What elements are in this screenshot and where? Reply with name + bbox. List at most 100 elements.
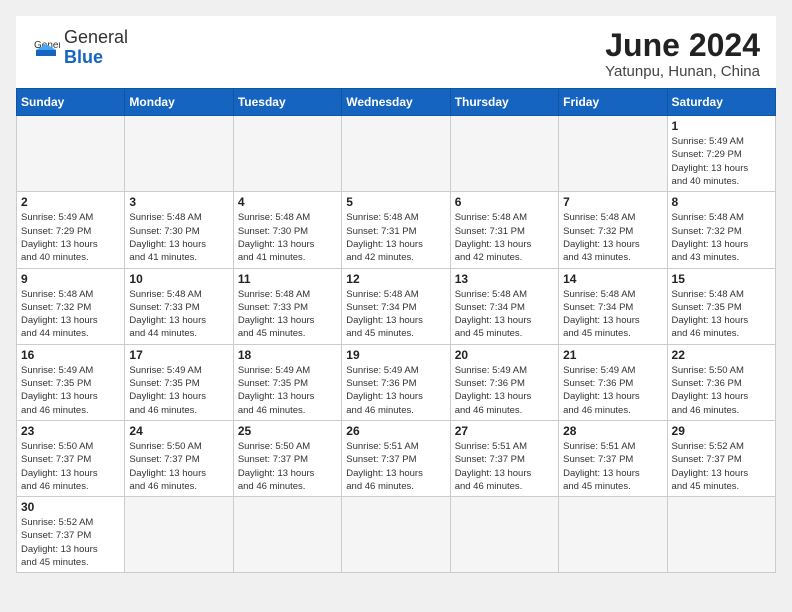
weekday-header-friday: Friday xyxy=(559,89,667,116)
day-number: 26 xyxy=(346,424,445,438)
calendar-cell: 22Sunrise: 5:50 AMSunset: 7:36 PMDayligh… xyxy=(667,344,775,420)
day-info: Sunrise: 5:49 AMSunset: 7:35 PMDaylight:… xyxy=(21,364,120,417)
weekday-header-sunday: Sunday xyxy=(17,89,125,116)
weekday-header-wednesday: Wednesday xyxy=(342,89,450,116)
weekday-header-saturday: Saturday xyxy=(667,89,775,116)
calendar-cell: 21Sunrise: 5:49 AMSunset: 7:36 PMDayligh… xyxy=(559,344,667,420)
page-header: General General Blue June 2024 Yatunpu, … xyxy=(16,16,776,88)
calendar-cell: 15Sunrise: 5:48 AMSunset: 7:35 PMDayligh… xyxy=(667,268,775,344)
calendar-cell: 25 Sunrise: 5:50 AMSunset: 7:37 PMDayligh… xyxy=(233,420,341,496)
calendar-cell: 29 Sunrise: 5:52 AMSunset: 7:37 PMDayligh… xyxy=(667,420,775,496)
day-info: Sunrise: 5:50 AMSunset: 7:37 PMDaylight:… xyxy=(238,440,337,493)
calendar-table: SundayMondayTuesdayWednesdayThursdayFrid… xyxy=(16,88,776,573)
calendar-cell: 28 Sunrise: 5:51 AMSunset: 7:37 PMDayligh… xyxy=(559,420,667,496)
day-number: 25 xyxy=(238,424,337,438)
week-row-2: 2 Sunrise: 5:49 AMSunset: 7:29 PMDaylight… xyxy=(17,192,776,268)
calendar-cell: 11 Sunrise: 5:48 AMSunset: 7:33 PMDayligh… xyxy=(233,268,341,344)
day-info: Sunrise: 5:48 AMSunset: 7:32 PMDaylight:… xyxy=(672,211,771,264)
weekday-header-monday: Monday xyxy=(125,89,233,116)
day-number: 3 xyxy=(129,195,228,209)
calendar-cell: 27Sunrise: 5:51 AMSunset: 7:37 PMDayligh… xyxy=(450,420,558,496)
day-info: Sunrise: 5:49 AMSunset: 7:35 PMDaylight:… xyxy=(129,364,228,417)
calendar-cell: 30 Sunrise: 5:52 AMSunset: 7:37 PMDayligh… xyxy=(17,497,125,573)
calendar-cell xyxy=(125,497,233,573)
calendar-cell xyxy=(667,497,775,573)
calendar-cell: 5 Sunrise: 5:48 AMSunset: 7:31 PMDaylight… xyxy=(342,192,450,268)
day-info: Sunrise: 5:49 AMSunset: 7:29 PMDaylight:… xyxy=(21,211,120,264)
day-info: Sunrise: 5:48 AMSunset: 7:32 PMDaylight:… xyxy=(563,211,662,264)
day-number: 10 xyxy=(129,272,228,286)
calendar-cell xyxy=(450,497,558,573)
day-info: Sunrise: 5:52 AMSunset: 7:37 PMDaylight:… xyxy=(672,440,771,493)
day-number: 11 xyxy=(238,272,337,286)
day-info: Sunrise: 5:48 AMSunset: 7:35 PMDaylight:… xyxy=(672,288,771,341)
calendar-cell: 14Sunrise: 5:48 AMSunset: 7:34 PMDayligh… xyxy=(559,268,667,344)
calendar-cell: 9Sunrise: 5:48 AMSunset: 7:32 PMDaylight… xyxy=(17,268,125,344)
calendar-cell: 2 Sunrise: 5:49 AMSunset: 7:29 PMDaylight… xyxy=(17,192,125,268)
day-info: Sunrise: 5:48 AMSunset: 7:34 PMDaylight:… xyxy=(455,288,554,341)
day-info: Sunrise: 5:48 AMSunset: 7:30 PMDaylight:… xyxy=(129,211,228,264)
calendar-cell: 23Sunrise: 5:50 AMSunset: 7:37 PMDayligh… xyxy=(17,420,125,496)
day-info: Sunrise: 5:48 AMSunset: 7:34 PMDaylight:… xyxy=(346,288,445,341)
week-row-6: 30 Sunrise: 5:52 AMSunset: 7:37 PMDayligh… xyxy=(17,497,776,573)
calendar-cell xyxy=(233,497,341,573)
day-info: Sunrise: 5:49 AMSunset: 7:36 PMDaylight:… xyxy=(455,364,554,417)
calendar-cell: 20 Sunrise: 5:49 AMSunset: 7:36 PMDayligh… xyxy=(450,344,558,420)
day-number: 17 xyxy=(129,348,228,362)
day-number: 12 xyxy=(346,272,445,286)
day-info: Sunrise: 5:50 AMSunset: 7:37 PMDaylight:… xyxy=(129,440,228,493)
calendar-cell: 12 Sunrise: 5:48 AMSunset: 7:34 PMDayligh… xyxy=(342,268,450,344)
day-info: Sunrise: 5:49 AMSunset: 7:36 PMDaylight:… xyxy=(346,364,445,417)
calendar-cell xyxy=(559,116,667,192)
day-info: Sunrise: 5:48 AMSunset: 7:33 PMDaylight:… xyxy=(129,288,228,341)
day-number: 6 xyxy=(455,195,554,209)
day-info: Sunrise: 5:51 AMSunset: 7:37 PMDaylight:… xyxy=(563,440,662,493)
day-number: 5 xyxy=(346,195,445,209)
day-info: Sunrise: 5:51 AMSunset: 7:37 PMDaylight:… xyxy=(346,440,445,493)
calendar-cell: 6 Sunrise: 5:48 AMSunset: 7:31 PMDaylight… xyxy=(450,192,558,268)
day-number: 18 xyxy=(238,348,337,362)
day-info: Sunrise: 5:52 AMSunset: 7:37 PMDaylight:… xyxy=(21,516,120,569)
calendar-cell: 16 Sunrise: 5:49 AMSunset: 7:35 PMDayligh… xyxy=(17,344,125,420)
calendar-cell: 24Sunrise: 5:50 AMSunset: 7:37 PMDayligh… xyxy=(125,420,233,496)
day-number: 2 xyxy=(21,195,120,209)
day-info: Sunrise: 5:48 AMSunset: 7:33 PMDaylight:… xyxy=(238,288,337,341)
calendar-cell: 7Sunrise: 5:48 AMSunset: 7:32 PMDaylight… xyxy=(559,192,667,268)
day-info: Sunrise: 5:48 AMSunset: 7:30 PMDaylight:… xyxy=(238,211,337,264)
day-number: 27 xyxy=(455,424,554,438)
week-row-3: 9Sunrise: 5:48 AMSunset: 7:32 PMDaylight… xyxy=(17,268,776,344)
calendar-cell xyxy=(342,116,450,192)
day-number: 19 xyxy=(346,348,445,362)
logo-icon: General xyxy=(32,34,60,62)
logo-general: General xyxy=(64,27,128,47)
day-number: 29 xyxy=(672,424,771,438)
title-block: June 2024 Yatunpu, Hunan, China xyxy=(605,28,760,80)
calendar-cell xyxy=(342,497,450,573)
day-number: 30 xyxy=(21,500,120,514)
day-number: 4 xyxy=(238,195,337,209)
calendar-cell: 17 Sunrise: 5:49 AMSunset: 7:35 PMDayligh… xyxy=(125,344,233,420)
day-number: 8 xyxy=(672,195,771,209)
calendar-cell: 26 Sunrise: 5:51 AMSunset: 7:37 PMDayligh… xyxy=(342,420,450,496)
day-number: 1 xyxy=(672,119,771,133)
day-number: 13 xyxy=(455,272,554,286)
calendar-cell: 8 Sunrise: 5:48 AMSunset: 7:32 PMDaylight… xyxy=(667,192,775,268)
day-info: Sunrise: 5:48 AMSunset: 7:31 PMDaylight:… xyxy=(455,211,554,264)
day-info: Sunrise: 5:48 AMSunset: 7:31 PMDaylight:… xyxy=(346,211,445,264)
calendar-cell: 3 Sunrise: 5:48 AMSunset: 7:30 PMDaylight… xyxy=(125,192,233,268)
day-number: 20 xyxy=(455,348,554,362)
day-number: 16 xyxy=(21,348,120,362)
calendar-cell: 19 Sunrise: 5:49 AMSunset: 7:36 PMDayligh… xyxy=(342,344,450,420)
calendar-cell xyxy=(559,497,667,573)
day-number: 28 xyxy=(563,424,662,438)
day-number: 22 xyxy=(672,348,771,362)
logo-text: General Blue xyxy=(64,28,128,68)
calendar-page: General General Blue June 2024 Yatunpu, … xyxy=(16,16,776,573)
calendar-cell xyxy=(233,116,341,192)
calendar-cell: 18Sunrise: 5:49 AMSunset: 7:35 PMDayligh… xyxy=(233,344,341,420)
calendar-cell xyxy=(17,116,125,192)
day-number: 9 xyxy=(21,272,120,286)
calendar-cell xyxy=(450,116,558,192)
day-info: Sunrise: 5:49 AMSunset: 7:29 PMDaylight:… xyxy=(672,135,771,188)
day-info: Sunrise: 5:50 AMSunset: 7:37 PMDaylight:… xyxy=(21,440,120,493)
